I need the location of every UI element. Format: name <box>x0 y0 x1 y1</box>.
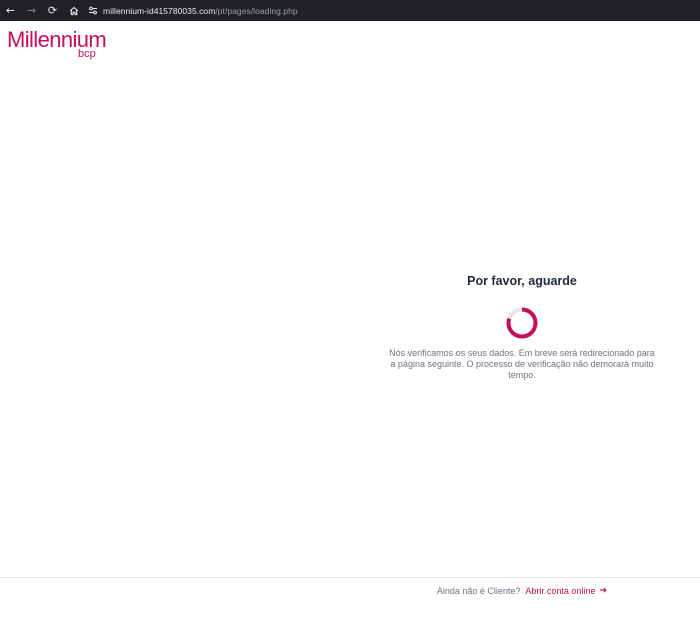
back-button[interactable]: ← <box>0 0 21 21</box>
back-arrow-icon: ← <box>5 4 16 17</box>
home-button[interactable] <box>63 0 84 21</box>
page-content: Millennium bcp Por favor, aguarde Nós ve… <box>0 21 700 617</box>
millennium-bcp-logo[interactable]: Millennium bcp <box>7 29 107 60</box>
footer: Ainda não é Cliente? Abrir conta online … <box>0 577 700 618</box>
loading-panel: Por favor, aguarde Nós verificamos os se… <box>387 274 657 381</box>
forward-arrow-icon: → <box>26 4 37 17</box>
tune-icon <box>89 6 97 15</box>
loading-message: Nós verificamos os seus dados. Em breve … <box>389 348 655 380</box>
url-path: /pt/pages/loading.php <box>215 5 298 16</box>
browser-toolbar: ← → ⟳ millennium-id415780035.com/pt/page… <box>0 0 700 21</box>
forward-button[interactable]: → <box>21 0 42 21</box>
url-domain: millennium-id415780035.com <box>103 5 216 16</box>
reload-button[interactable]: ⟳ <box>42 0 63 21</box>
reload-icon: ⟳ <box>47 4 58 17</box>
address-bar[interactable]: millennium-id415780035.com/pt/pages/load… <box>86 0 298 21</box>
site-info-button[interactable] <box>86 4 100 18</box>
spinner-icon <box>506 307 538 339</box>
arrow-right-icon[interactable]: ➔ <box>599 586 607 596</box>
logo-sub: bcp <box>78 48 96 60</box>
footer-cta: Ainda não é Cliente? Abrir conta online … <box>437 586 607 596</box>
open-account-link[interactable]: Abrir conta online <box>525 586 595 596</box>
home-icon <box>69 6 78 15</box>
url-text[interactable]: millennium-id415780035.com/pt/pages/load… <box>103 6 298 16</box>
footer-question: Ainda não é Cliente? <box>436 586 521 596</box>
loading-spinner <box>505 306 539 340</box>
loading-title: Por favor, aguarde <box>467 274 577 288</box>
